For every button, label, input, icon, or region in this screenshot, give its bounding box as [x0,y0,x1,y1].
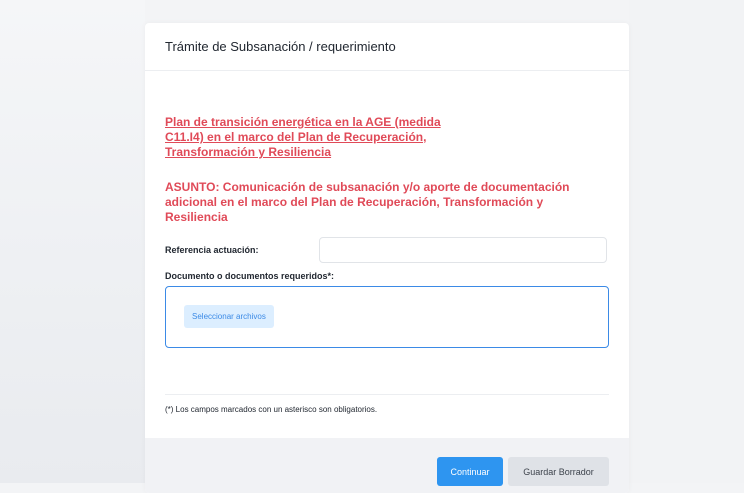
plan-link[interactable]: Plan de transición energética en la AGE … [165,115,465,160]
page-title: Trámite de Subsanación / requerimiento [165,39,396,54]
divider [165,394,609,395]
card-header: Trámite de Subsanación / requerimiento [145,23,629,71]
form-card: Trámite de Subsanación / requerimiento P… [145,23,629,493]
required-footnote: (*) Los campos marcados con un asterisco… [165,405,378,414]
continue-button[interactable]: Continuar [437,457,503,486]
save-draft-button[interactable]: Guardar Borrador [508,457,609,486]
file-dropzone[interactable]: Seleccionar archivos [165,286,609,348]
select-files-button[interactable]: Seleccionar archivos [184,305,274,328]
documents-label: Documento o documentos requeridos*: [165,271,335,281]
background-left-panel [0,0,145,483]
reference-input[interactable] [319,237,607,263]
card-body: Plan de transición energética en la AGE … [145,71,629,414]
reference-row: Referencia actuación: [165,237,609,263]
reference-label: Referencia actuación: [165,245,259,255]
background-right-panel [629,0,744,483]
asunto-text: ASUNTO: Comunicación de subsanación y/o … [165,180,570,224]
card-footer: Continuar Guardar Borrador [145,438,629,493]
